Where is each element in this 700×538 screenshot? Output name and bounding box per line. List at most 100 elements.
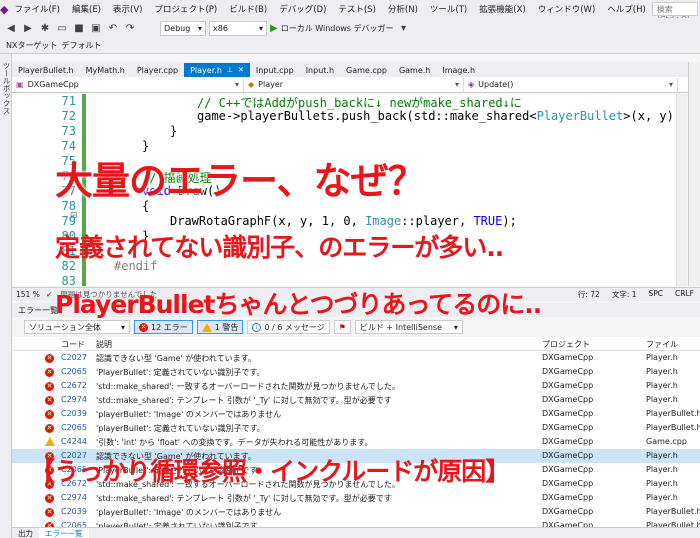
toolbox-tab[interactable]: ツールボックス xyxy=(1,62,12,115)
tab-input-h[interactable]: Input.h xyxy=(300,63,340,77)
column-header-project[interactable]: プロジェクト xyxy=(542,339,590,350)
navigation-bar: ▣ DXGameCpp ▾ ◆ Player ▾ ◈ Update() ▾ xyxy=(12,77,692,93)
scope-filter-select[interactable]: ソリューション全体 ▾ xyxy=(24,320,130,334)
tab-output[interactable]: 出力 xyxy=(12,528,39,538)
error-list-row[interactable]: ✕ C2039 'playerBullet': 'Image' のメンバーではありま… xyxy=(12,407,700,421)
error-list-row[interactable]: ✕ C2974 'std::make_shared': テンプレート 引数が '_T… xyxy=(12,393,700,407)
warning-icon xyxy=(201,322,212,332)
save-icon[interactable]: ■ xyxy=(72,21,86,35)
tab-label: Game.cpp xyxy=(346,65,387,75)
filter-toggle-button[interactable]: ⚑ xyxy=(333,320,351,334)
error-list-row[interactable]: ✕ C2974 'std::make_shared': テンプレート 引数が '_T… xyxy=(12,491,700,505)
new-project-icon[interactable]: ✱ xyxy=(38,21,52,35)
error-code[interactable]: C2027 xyxy=(61,353,87,362)
nx-default-select[interactable]: デフォルト xyxy=(61,40,101,51)
redo-icon[interactable]: ↷ xyxy=(123,21,137,35)
error-description: 'std::make_shared': 一致するオーバーロードされた関数が見つか… xyxy=(96,382,400,391)
tab-playerbullet-h[interactable]: PlayerBullet.h xyxy=(12,63,80,77)
error-list-row[interactable]: ✕ C2039 'playerBullet': 'Image' のメンバーではありま… xyxy=(12,505,700,519)
warnings-filter-button[interactable]: 1 警告 xyxy=(196,320,244,334)
line-ending-indicator[interactable]: CRLF xyxy=(675,289,694,300)
open-file-icon[interactable]: ▭ xyxy=(55,21,69,35)
menu-item[interactable]: ヘルプ(H) xyxy=(601,3,652,15)
class-icon: ◆ xyxy=(248,80,255,89)
tab-game-cpp[interactable]: Game.cpp xyxy=(340,63,393,77)
spacing-indicator[interactable]: SPC xyxy=(649,289,664,300)
configuration-select[interactable]: Debug ▾ xyxy=(160,20,206,36)
tab-image-h[interactable]: Image.h xyxy=(436,63,481,77)
build-filter-value: ビルド + IntelliSense xyxy=(359,322,442,332)
menu-bar: ◆ ファイル(F) 編集(E) 表示(V) プロジェクト(P) ビルド(B) デバッグ(D… xyxy=(0,0,700,24)
editor-scrollbar[interactable] xyxy=(676,94,687,286)
member-combo[interactable]: ◈ Update() ▾ xyxy=(464,77,678,92)
tab-game-h[interactable]: Game.h xyxy=(393,63,436,77)
chevron-down-icon: ▾ xyxy=(454,80,459,89)
menu-item[interactable]: ウィンドウ(W) xyxy=(532,3,602,15)
tab-label: Player.cpp xyxy=(136,65,179,75)
error-code[interactable]: C2039 xyxy=(61,409,87,418)
error-code[interactable]: C4244 xyxy=(61,437,87,446)
error-list-row[interactable]: C4244 '引数': 'int' から 'float' への変換です。データが失… xyxy=(12,435,700,449)
save-all-icon[interactable]: ▣ xyxy=(89,21,103,35)
info-icon: i xyxy=(252,322,262,332)
error-file: PlayerBullet.h xyxy=(646,423,700,432)
error-code[interactable]: C2039 xyxy=(61,507,87,516)
menu-item[interactable]: 表示(V) xyxy=(107,3,148,15)
scope-combo[interactable]: ◆ Player ▾ xyxy=(244,77,464,92)
menu-item[interactable]: ファイル(F) xyxy=(8,3,66,15)
search-input[interactable]: 検索 (Ctrl+Q) xyxy=(651,2,698,24)
column-header-file[interactable]: ファイル xyxy=(646,339,678,350)
pin-icon[interactable]: ⊥ xyxy=(227,66,233,74)
error-list-row[interactable]: ✕ C2065 'PlayerBullet': 定義されていない識別子です。 DXGa… xyxy=(12,365,700,379)
menu-item[interactable]: ビルド(B) xyxy=(223,3,273,15)
error-code[interactable]: C2672 xyxy=(61,381,87,390)
menu-item[interactable]: テスト(S) xyxy=(332,3,382,15)
close-icon[interactable]: ✕ xyxy=(238,66,244,74)
error-description: 'PlayerBullet': 定義されていない識別子です。 xyxy=(96,368,265,377)
error-list-row[interactable]: ✕ C2027 認識できない型 'Game' が使われています。 DXGameCpp P… xyxy=(12,351,700,365)
error-code[interactable]: C2974 xyxy=(61,395,87,404)
project-combo[interactable]: ▣ DXGameCpp ▾ xyxy=(12,77,244,92)
menu-item[interactable]: プロジェクト(P) xyxy=(148,3,223,15)
tab-player-h[interactable]: Player.h ⊥ ✕ xyxy=(184,63,250,77)
forward-icon[interactable]: ▶ xyxy=(21,21,35,35)
error-project: DXGameCpp xyxy=(542,479,594,488)
cursor-position: 行: 72 文字: 1 SPC CRLF xyxy=(578,289,700,300)
back-icon[interactable]: ◀ xyxy=(4,21,18,35)
platform-select[interactable]: x86 ▾ xyxy=(209,20,267,36)
column-header-description[interactable]: 説明 xyxy=(96,339,112,350)
error-project: DXGameCpp xyxy=(542,465,594,474)
error-code[interactable]: C2065 xyxy=(61,423,87,432)
error-code[interactable]: C2065 xyxy=(61,367,87,376)
column-header-code[interactable]: コード xyxy=(61,339,85,350)
menu-item[interactable]: 編集(E) xyxy=(66,3,107,15)
tab-error-list[interactable]: エラー一覧 xyxy=(39,527,89,538)
build-filter-select[interactable]: ビルド + IntelliSense ▾ xyxy=(354,320,463,334)
run-icon[interactable]: ▶ xyxy=(270,23,278,34)
menu-items: ファイル(F) 編集(E) 表示(V) プロジェクト(P) ビルド(B) デバッグ(D) テ… xyxy=(8,3,651,15)
tab-player-cpp[interactable]: Player.cpp xyxy=(131,63,184,77)
undo-icon[interactable]: ↶ xyxy=(106,21,120,35)
messages-filter-button[interactable]: i 0 / 6 メッセージ xyxy=(247,320,330,334)
error-list-row[interactable]: ✕ C2065'playerBullet': 定義されていない識別子です。 DXGa… xyxy=(12,421,700,435)
menu-item[interactable]: ツール(T) xyxy=(424,3,473,15)
tab-mymath-h[interactable]: MyMath.h xyxy=(80,63,131,77)
chevron-down-icon[interactable]: ▾ xyxy=(397,21,411,35)
menu-item[interactable]: デバッグ(D) xyxy=(273,3,332,15)
tab-input-cpp[interactable]: Input.cpp xyxy=(250,63,300,77)
menu-item[interactable]: 拡張機能(X) xyxy=(473,3,531,15)
error-list-row[interactable]: ✕ C2672 'std::make_shared': 一致するオーバーロードされた… xyxy=(12,379,700,393)
zoom-level[interactable]: 151 % xyxy=(12,290,46,299)
run-button[interactable]: ローカル Windows デバッガー xyxy=(281,23,394,34)
error-file: Player.h xyxy=(646,353,678,362)
check-icon: ✔ xyxy=(46,290,53,299)
error-icon: ✕ xyxy=(45,410,54,419)
menu-item[interactable]: 分析(N) xyxy=(382,3,424,15)
chevron-down-icon: ▾ xyxy=(258,23,263,33)
error-code[interactable]: C2974 xyxy=(61,493,87,502)
collapse-icon[interactable]: ⊟ xyxy=(70,211,78,221)
overlay-headline: 大量のエラー、なぜ？ xyxy=(55,159,426,203)
error-list-row[interactable]: ✕ C2065'playerBullet': 定義されていない識別子です。 DXGa… xyxy=(12,519,700,527)
error-description: 'playerBullet': 'Image' のメンバーではありません xyxy=(96,410,282,419)
errors-filter-button[interactable]: ✕ 12 エラー xyxy=(134,320,193,334)
